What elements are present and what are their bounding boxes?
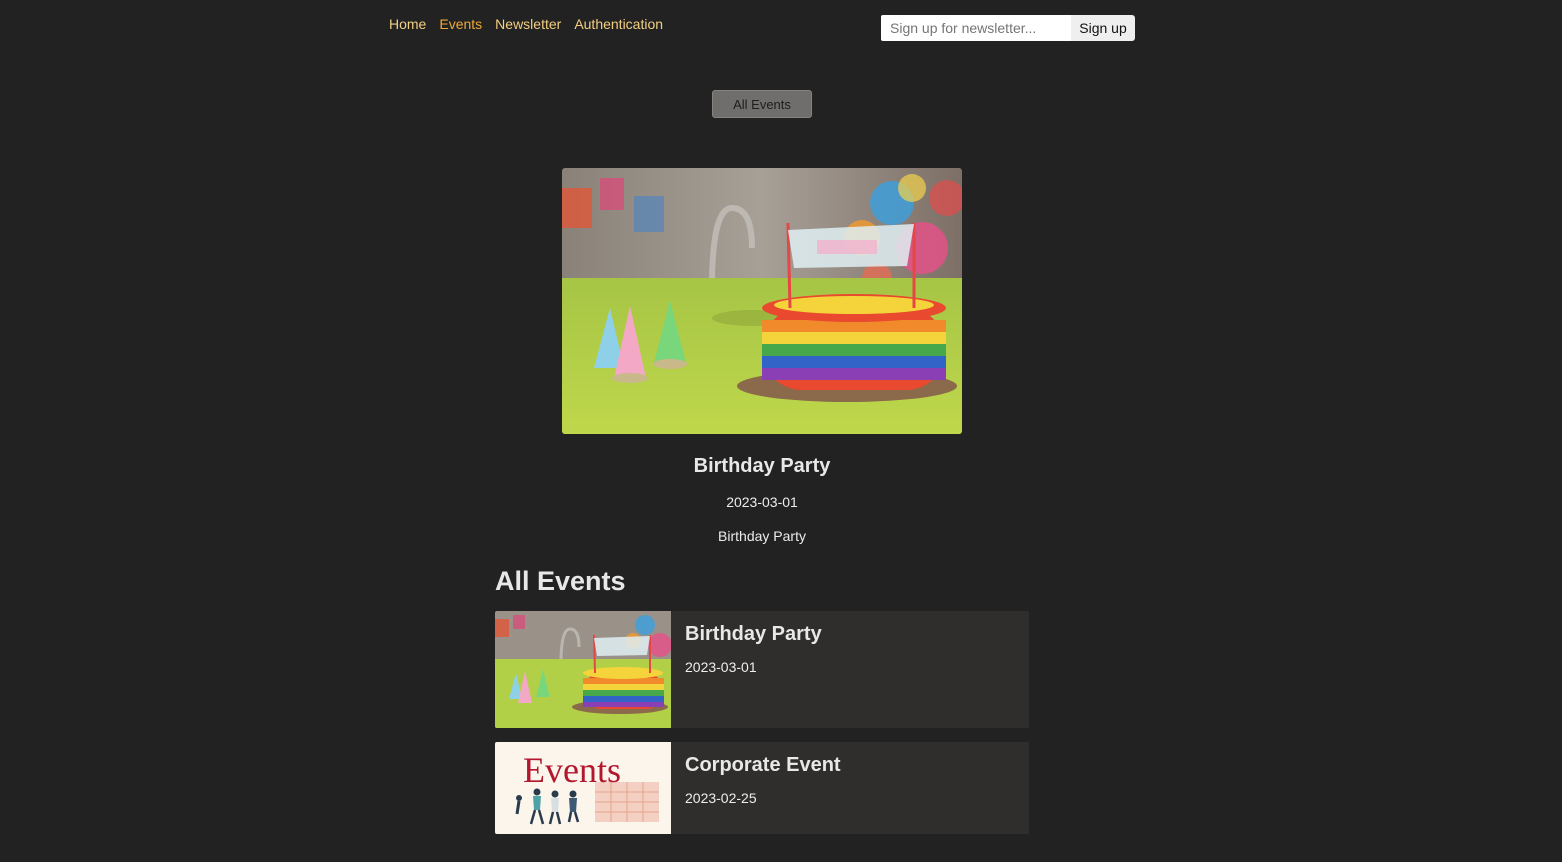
event-list-item-corporate-event[interactable]: Events Corporate Event 2023-02-25 xyxy=(495,742,1029,834)
all-events-button[interactable]: All Events xyxy=(712,90,812,118)
all-events-heading: All Events xyxy=(495,566,626,596)
featured-event-date: 2023-03-01 xyxy=(726,494,798,510)
event-list-item-birthday-party[interactable]: Birthday Party 2023-03-01 xyxy=(495,611,1029,728)
event-date: 2023-03-01 xyxy=(685,659,757,675)
nav-link-newsletter[interactable]: Newsletter xyxy=(495,16,561,32)
nav-link-authentication[interactable]: Authentication xyxy=(574,16,663,32)
main-nav: Home Events Newsletter Authentication xyxy=(389,16,663,32)
newsletter-signup-button[interactable]: Sign up xyxy=(1071,15,1135,41)
featured-event-title: Birthday Party xyxy=(693,455,831,477)
event-date: 2023-02-25 xyxy=(685,790,757,806)
featured-event-description: Birthday Party xyxy=(718,528,806,544)
event-thumbnail-corporate-event: Events xyxy=(495,742,671,834)
featured-event-image xyxy=(562,168,962,434)
event-thumbnail-birthday-party xyxy=(495,611,672,728)
event-title: Birthday Party xyxy=(685,623,822,645)
newsletter-email-input[interactable] xyxy=(881,15,1071,41)
nav-link-home[interactable]: Home xyxy=(389,16,426,32)
newsletter-signup-form: Sign up xyxy=(881,15,1135,41)
nav-link-events[interactable]: Events xyxy=(439,16,482,32)
header: Home Events Newsletter Authentication Si… xyxy=(0,0,1562,60)
events-illustration-lettering: Events xyxy=(523,750,621,790)
event-title: Corporate Event xyxy=(685,754,841,776)
